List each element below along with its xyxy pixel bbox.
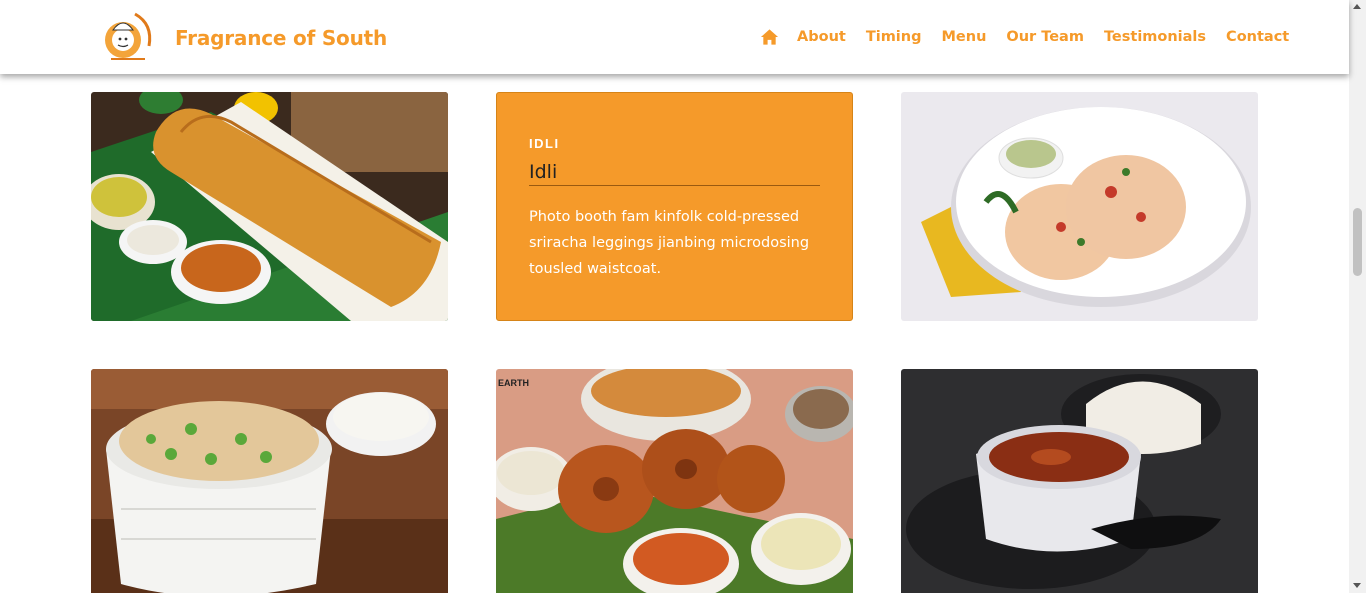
vada-image: EARTH (496, 369, 853, 593)
site-header: Fragrance of South About Timing Menu Our… (0, 0, 1349, 74)
brand-name[interactable]: Fragrance of South (175, 26, 387, 50)
image-watermark: EARTH (498, 378, 529, 388)
scroll-thumb[interactable] (1353, 208, 1362, 276)
info-description: Photo booth fam kinfolk cold-pressed sri… (529, 209, 810, 277)
nav-contact[interactable]: Contact (1226, 29, 1289, 45)
main-nav: About Timing Menu Our Team Testimonials … (760, 28, 1309, 46)
idli-info-card: IDLI Idli Photo booth fam kinfolk cold-p… (496, 92, 853, 321)
page-scrollbar[interactable] (1349, 0, 1366, 593)
nav-timing[interactable]: Timing (866, 29, 922, 45)
nav-menu[interactable]: Menu (941, 29, 986, 45)
info-title: Idli (529, 161, 558, 183)
uttapam-image (901, 92, 1258, 321)
info-divider (529, 185, 820, 186)
biryani-image (91, 369, 448, 593)
info-tag: IDLI (529, 136, 560, 151)
dosa-image (91, 92, 448, 321)
restaurant-logo[interactable] (101, 8, 157, 64)
curry-rice-image (901, 369, 1258, 593)
home-icon[interactable] (760, 28, 779, 46)
scroll-down-icon[interactable] (1353, 583, 1361, 588)
nav-about[interactable]: About (797, 29, 846, 45)
nav-our-team[interactable]: Our Team (1006, 29, 1084, 45)
scroll-up-icon[interactable] (1353, 4, 1361, 9)
nav-testimonials[interactable]: Testimonials (1104, 29, 1206, 45)
